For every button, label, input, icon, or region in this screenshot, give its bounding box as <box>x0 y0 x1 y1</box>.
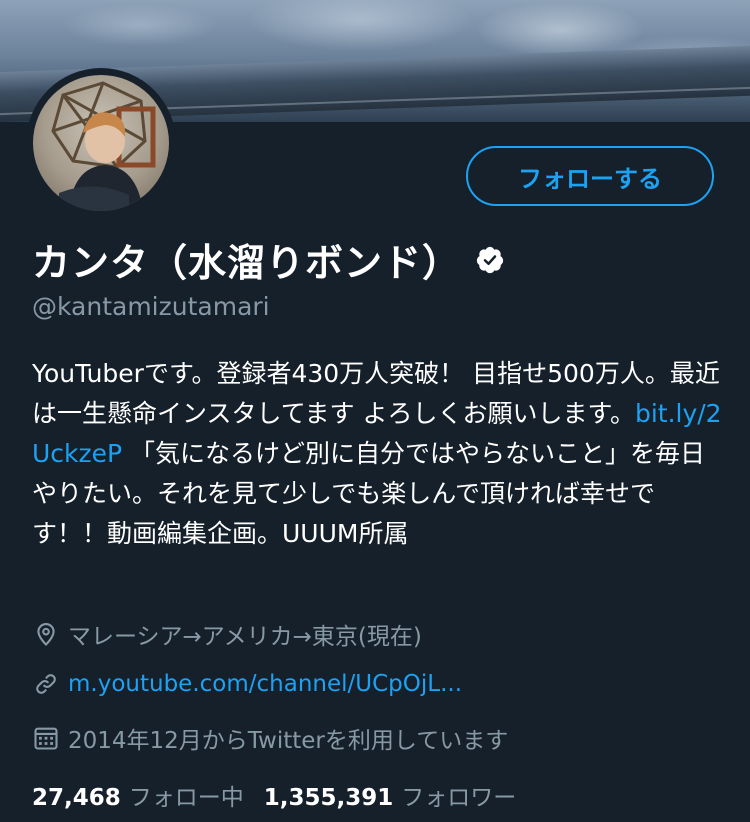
verified-badge-icon <box>476 246 504 273</box>
joined-text: 2014年12月からTwitterを利用しています <box>68 728 509 754</box>
location-pin-icon <box>37 623 55 646</box>
bio-text-2: 「気になるけど別に自分ではやらないこと」を毎日やりたい。それを見て少しでも楽しん… <box>32 439 706 548</box>
follow-stats: 27,468 フォロー中 1,355,391 フォロワー <box>32 778 516 812</box>
follow-button[interactable]: フォローする <box>466 146 714 206</box>
name-row: カンタ（水溜りボンド） <box>32 232 505 287</box>
website-row[interactable]: m.youtube.com/channel/UCpOjL... <box>32 670 462 698</box>
avatar-photo <box>33 75 169 211</box>
location-row: マレーシア→アメリカ→東京(現在) <box>32 617 422 651</box>
calendar-icon <box>34 727 58 750</box>
followers-label: フォロワー <box>401 785 517 811</box>
bio: YouTuberです。登録者430万人突破！ 目指せ500万人。最近は一生懸命イ… <box>32 354 722 554</box>
avatar-illustration <box>51 81 156 211</box>
following-stat[interactable]: 27,468 フォロー中 <box>32 778 244 812</box>
avatar[interactable] <box>26 68 176 218</box>
website-link[interactable]: m.youtube.com/channel/UCpOjL... <box>68 671 462 697</box>
handle: @kantamizutamari <box>32 292 270 321</box>
joined-row: 2014年12月からTwitterを利用しています <box>32 721 508 755</box>
location-text: マレーシア→アメリカ→東京(現在) <box>68 624 422 650</box>
followers-count: 1,355,391 <box>263 785 394 811</box>
link-icon <box>36 674 56 694</box>
following-count: 27,468 <box>32 785 121 811</box>
bio-text-1: YouTuberです。登録者430万人突破！ 目指せ500万人。最近は一生懸命イ… <box>32 359 720 428</box>
display-name: カンタ（水溜りボンド） <box>32 241 462 285</box>
following-label: フォロー中 <box>128 785 244 811</box>
followers-stat[interactable]: 1,355,391 フォロワー <box>264 778 517 812</box>
